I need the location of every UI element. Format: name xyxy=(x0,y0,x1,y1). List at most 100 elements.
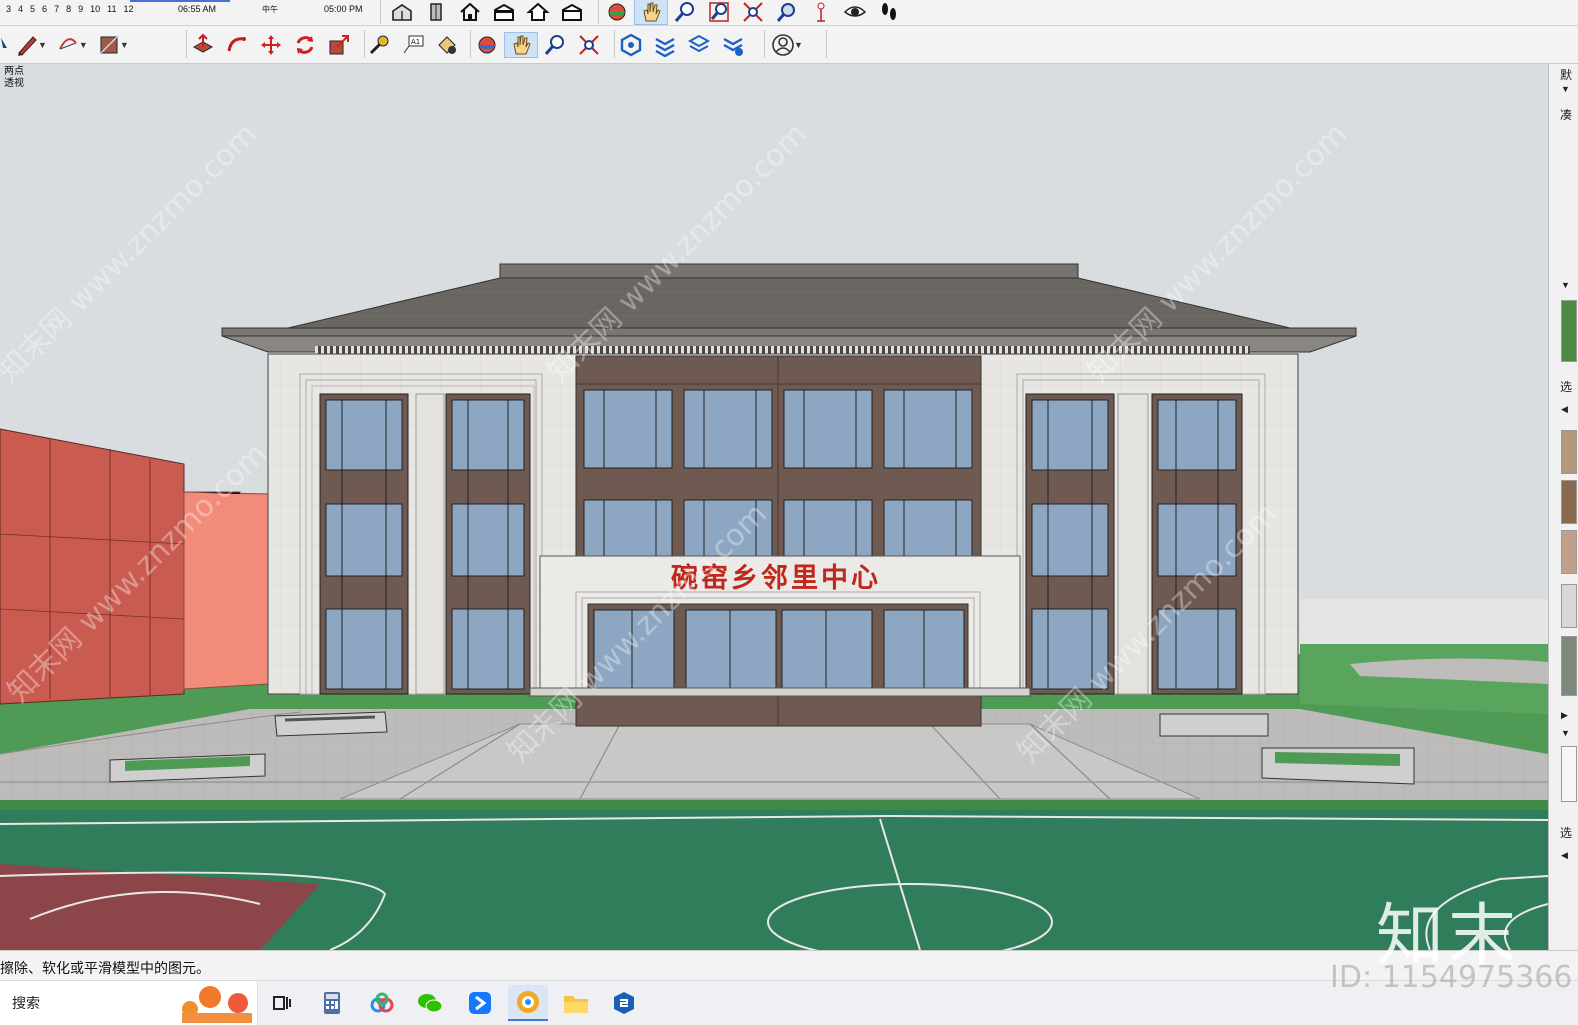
material-swatch[interactable] xyxy=(1561,530,1577,574)
paint-bucket-button[interactable] xyxy=(430,32,464,58)
material-swatch[interactable] xyxy=(1561,480,1577,524)
month-tick: 4 xyxy=(18,4,24,14)
chevron-down-icon[interactable]: ▼ xyxy=(794,40,803,50)
back-view-button[interactable] xyxy=(487,0,521,25)
noon-label: 中午 xyxy=(262,5,278,14)
month-tick: 11 xyxy=(107,4,117,14)
extension-manager-icon xyxy=(723,37,743,56)
chevron-down-icon[interactable]: ▼ xyxy=(38,40,47,50)
chevron-down-icon[interactable]: ▼ xyxy=(1561,280,1570,290)
pan-hand-icon xyxy=(643,2,661,22)
sketchup-button[interactable] xyxy=(610,989,638,1017)
taskbar-search[interactable]: 搜索 xyxy=(0,981,258,1025)
sunset-time: 05:00 PM xyxy=(324,4,363,14)
iso-view-button[interactable] xyxy=(385,0,419,25)
feishu-button[interactable] xyxy=(466,989,494,1017)
zoom-extents-button[interactable] xyxy=(736,0,770,25)
svg-text:A1: A1 xyxy=(411,38,420,46)
extension-manager-button[interactable] xyxy=(716,32,750,58)
left-view-button[interactable] xyxy=(555,0,589,25)
month-tick: 6 xyxy=(42,4,48,14)
layout-button[interactable] xyxy=(682,32,716,58)
right-view-button[interactable] xyxy=(521,0,555,25)
material-swatch[interactable] xyxy=(1561,430,1577,474)
wechat-button[interactable] xyxy=(416,989,444,1017)
baidu-netdisk-button[interactable] xyxy=(368,989,396,1017)
arc-icon xyxy=(59,37,77,49)
month-tick: 10 xyxy=(90,4,101,14)
edit-toolbar xyxy=(186,26,356,63)
model-viewport[interactable]: 碗窑乡邻里中心 知末网 www.znzmo.com 知末网 www.znzmo.… xyxy=(0,64,1548,950)
month-tick: 8 xyxy=(66,4,72,14)
follow-me-icon xyxy=(227,36,246,51)
scale-button[interactable] xyxy=(322,32,356,58)
push-pull-button[interactable] xyxy=(186,32,220,58)
walk-footprints-icon xyxy=(882,3,896,20)
orbit-button[interactable] xyxy=(470,32,504,58)
task-view-icon xyxy=(273,996,291,1010)
task-view-button[interactable] xyxy=(268,989,296,1017)
toolbar-main: ▼ ▼ ▼ A1 ▼ xyxy=(0,26,1578,64)
walk-button[interactable] xyxy=(872,0,906,25)
zoom-extents-button[interactable] xyxy=(572,32,606,58)
look-around-icon xyxy=(843,6,867,17)
house-outline-icon xyxy=(526,2,550,21)
front-view-button[interactable] xyxy=(419,0,453,25)
chevron-right-icon[interactable]: ▶ xyxy=(1561,710,1568,721)
scene-tab-line: 两点 xyxy=(4,66,24,77)
top-view-button[interactable] xyxy=(453,0,487,25)
background-wall xyxy=(1300,599,1548,644)
sketchup-window: 3 4 5 6 7 8 9 10 11 12 06:55 AM 中午 05:00… xyxy=(0,0,1578,1025)
shadow-time-slider[interactable]: 3 4 5 6 7 8 9 10 11 12 06:55 AM 中午 05:00… xyxy=(0,0,372,22)
zoom-button[interactable] xyxy=(538,32,572,58)
chevron-down-icon[interactable]: ▼ xyxy=(79,40,88,50)
text-button[interactable]: A1 xyxy=(396,32,430,58)
material-swatch[interactable] xyxy=(1561,636,1577,696)
construction-toolbar: A1 xyxy=(362,26,464,63)
warehouse-button[interactable] xyxy=(614,32,648,58)
calculator-button[interactable] xyxy=(318,989,346,1017)
chevron-down-icon[interactable]: ▼ xyxy=(1561,728,1570,738)
back-view-icon xyxy=(494,3,514,21)
layout-icon xyxy=(687,34,711,52)
left-view-icon xyxy=(562,3,582,21)
scene-tab-line: 透视 xyxy=(4,78,24,89)
previous-view-button[interactable] xyxy=(770,0,804,25)
tape-measure-button[interactable] xyxy=(362,32,396,58)
rotate-button[interactable] xyxy=(288,32,322,58)
orbit-button[interactable] xyxy=(600,0,634,25)
material-preview[interactable] xyxy=(1561,746,1577,802)
follow-me-button[interactable] xyxy=(220,32,254,58)
scene-tab[interactable]: 两点 透视 xyxy=(4,66,24,90)
file-explorer-button[interactable] xyxy=(562,989,590,1017)
zoom-button[interactable] xyxy=(668,0,702,25)
look-around-button[interactable] xyxy=(838,0,872,25)
toolbar-separator xyxy=(826,30,827,58)
warehouse-toolbar xyxy=(614,26,750,63)
chevron-left-icon[interactable]: ◀ xyxy=(1561,850,1568,861)
browser-button[interactable] xyxy=(508,985,548,1021)
pan-hand-icon xyxy=(513,35,531,54)
extension-warehouse-button[interactable] xyxy=(648,32,682,58)
chevron-down-icon[interactable]: ▼ xyxy=(120,40,129,50)
tape-measure-icon xyxy=(369,35,389,54)
baidu-netdisk-icon xyxy=(370,992,394,1013)
zoom-window-button[interactable] xyxy=(702,0,736,25)
select-button[interactable] xyxy=(0,32,10,58)
pan-button[interactable] xyxy=(634,0,668,25)
material-swatch[interactable] xyxy=(1561,584,1577,628)
orbit-icon xyxy=(608,3,626,21)
tray-title: 默 xyxy=(1560,68,1573,82)
month-tick: 5 xyxy=(30,4,36,14)
chevron-down-icon[interactable]: ▼ xyxy=(1561,84,1570,94)
roof-ridge xyxy=(499,263,1079,279)
search-highlight-illustration xyxy=(182,986,252,1023)
pan-button[interactable] xyxy=(504,31,538,58)
position-camera-icon xyxy=(817,2,825,22)
material-preview[interactable] xyxy=(1561,300,1577,362)
iso-view-icon xyxy=(392,4,412,21)
move-button[interactable] xyxy=(254,32,288,58)
tray-label: 选 xyxy=(1560,380,1573,394)
chevron-left-icon[interactable]: ◀ xyxy=(1561,404,1568,415)
position-camera-button[interactable] xyxy=(804,0,838,25)
